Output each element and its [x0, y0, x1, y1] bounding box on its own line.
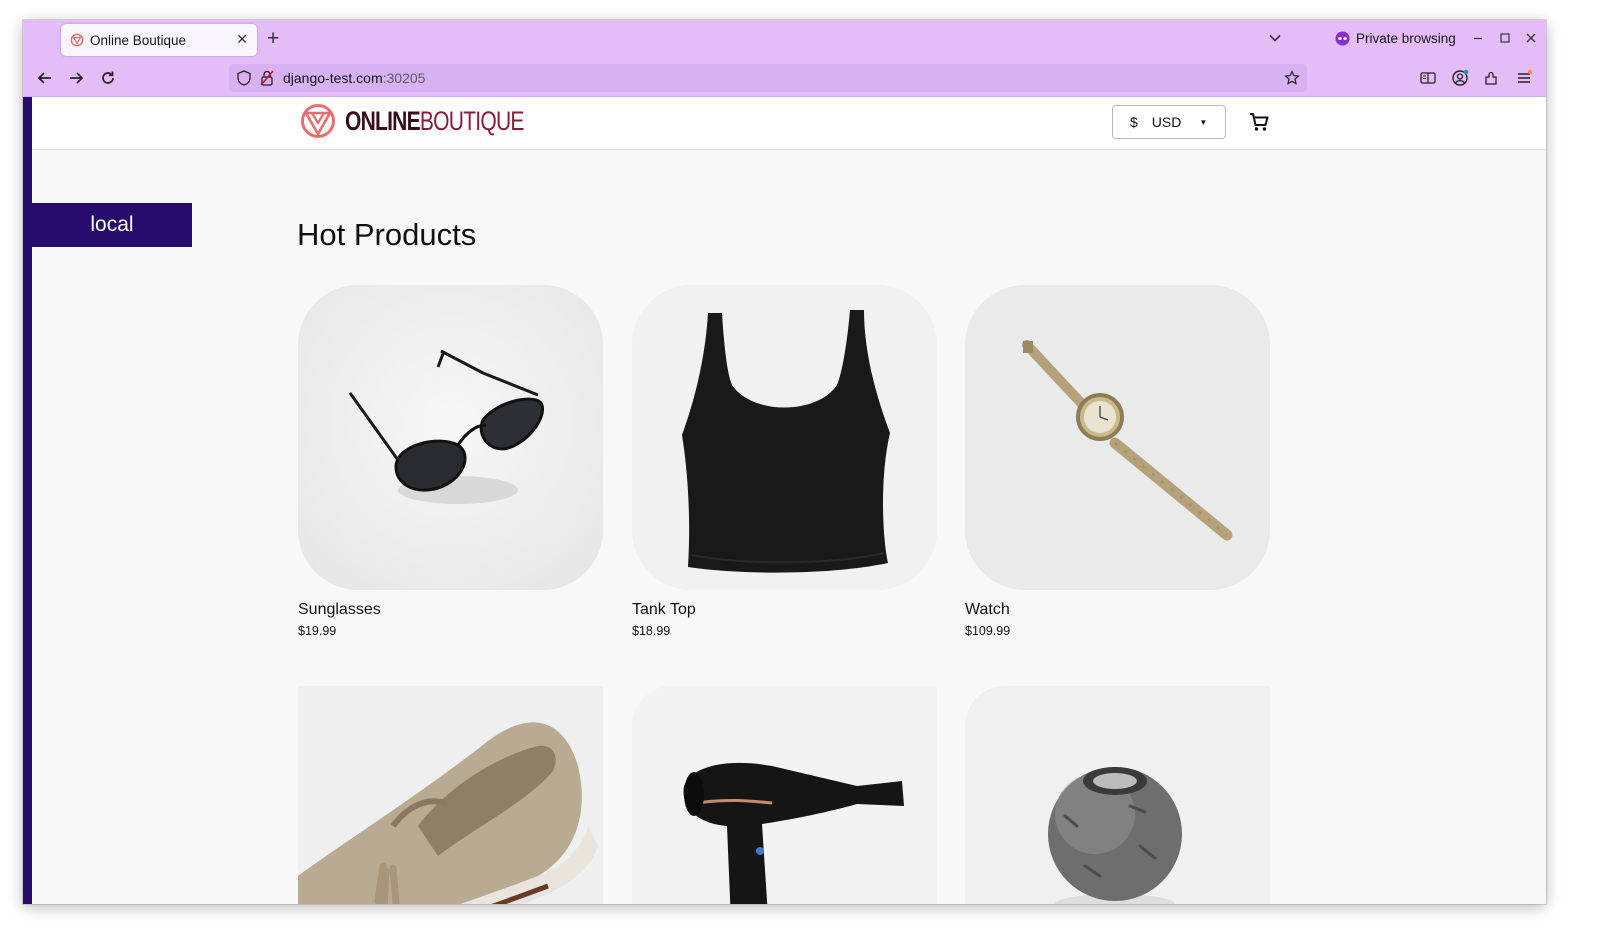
chevron-down-icon[interactable]	[1268, 31, 1282, 45]
tab-bar: Online Boutique ✕ + Private browsing	[23, 20, 1546, 60]
product-name[interactable]: Sunglasses	[298, 601, 603, 619]
forward-arrow-icon[interactable]	[66, 68, 86, 88]
product-image[interactable]	[632, 686, 937, 904]
minimize-icon[interactable]	[1470, 30, 1486, 46]
new-tab-button[interactable]: +	[267, 28, 279, 50]
boutique-favicon-icon	[70, 33, 84, 47]
product-price: $109.99	[965, 624, 1011, 638]
tab-title: Online Boutique	[90, 32, 187, 48]
dropdown-caret-icon: ▼	[1199, 117, 1208, 127]
candle-holder-icon	[965, 686, 1270, 904]
logo-online-text: ONLINE	[345, 105, 421, 136]
product-card[interactable]	[632, 686, 937, 904]
product-card[interactable]	[965, 686, 1270, 904]
reader-view-icon[interactable]	[1418, 68, 1438, 88]
section-title: Hot Products	[297, 217, 477, 252]
environment-side-stripe	[23, 97, 32, 904]
product-card[interactable]	[298, 686, 603, 904]
product-price: $19.99	[298, 624, 337, 638]
product-card[interactable]: Watch $109.99	[965, 285, 1270, 638]
currency-selector[interactable]: $ USD ▼	[1112, 105, 1226, 139]
site-logo[interactable]: ONLINEBOUTIQUE	[300, 103, 574, 139]
product-image[interactable]	[298, 285, 603, 590]
insecure-lock-icon[interactable]	[260, 70, 274, 86]
private-browsing-indicator: Private browsing	[1335, 31, 1456, 46]
product-image[interactable]	[298, 686, 603, 904]
back-arrow-icon[interactable]	[35, 68, 55, 88]
private-mask-icon	[1335, 31, 1350, 46]
currency-code: USD	[1151, 114, 1182, 130]
reload-icon[interactable]	[98, 68, 118, 88]
shield-icon[interactable]	[237, 70, 251, 86]
product-card[interactable]: Tank Top $18.99	[632, 285, 937, 638]
watch-icon	[965, 285, 1270, 590]
account-icon[interactable]	[1450, 68, 1470, 88]
product-card[interactable]: Sunglasses $19.99	[298, 285, 603, 638]
menu-icon[interactable]	[1514, 68, 1534, 88]
loafers-icon	[298, 686, 603, 904]
logo-boutique-text: BOUTIQUE	[419, 105, 525, 136]
logo-wordmark: ONLINEBOUTIQUE	[345, 106, 524, 137]
product-image[interactable]	[965, 686, 1270, 904]
tank-top-icon	[632, 285, 937, 590]
browser-window: Online Boutique ✕ + Private browsing dja…	[23, 20, 1546, 904]
site-header: ONLINEBOUTIQUE $ USD ▼	[32, 97, 1546, 150]
sunglasses-icon	[298, 285, 603, 590]
boutique-logo-icon	[301, 104, 335, 138]
product-price: $18.99	[632, 624, 671, 638]
hair-dryer-icon	[632, 686, 937, 904]
private-browsing-label: Private browsing	[1356, 31, 1456, 46]
address-bar[interactable]: django-test.com:30205	[229, 64, 1307, 92]
product-name[interactable]: Watch	[965, 601, 1270, 619]
close-tab-icon[interactable]: ✕	[236, 31, 248, 48]
url-port: :30205	[382, 70, 426, 86]
environment-badge: local	[32, 203, 192, 247]
currency-symbol: $	[1130, 114, 1138, 130]
product-image[interactable]	[965, 285, 1270, 590]
browser-tab[interactable]: Online Boutique ✕	[61, 24, 257, 56]
extensions-icon[interactable]	[1482, 68, 1502, 88]
url-host: django-test.com	[283, 70, 383, 86]
url-text[interactable]: django-test.com:30205	[283, 70, 425, 86]
maximize-icon[interactable]	[1497, 30, 1513, 46]
web-page: ONLINEBOUTIQUE $ USD ▼ local Hot Product…	[23, 97, 1546, 904]
product-image[interactable]	[632, 285, 937, 590]
navigation-toolbar: django-test.com:30205	[23, 60, 1546, 97]
shopping-cart-icon[interactable]	[1248, 111, 1270, 133]
close-window-icon[interactable]	[1523, 30, 1539, 46]
bookmark-star-icon[interactable]	[1284, 70, 1300, 86]
product-name[interactable]: Tank Top	[632, 601, 937, 619]
